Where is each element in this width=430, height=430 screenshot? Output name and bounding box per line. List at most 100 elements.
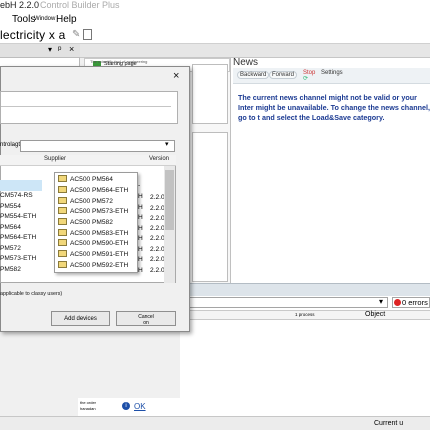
- col-process: 1 process: [295, 312, 315, 317]
- dropdown-icon[interactable]: ▾: [48, 45, 52, 54]
- dialog-close-icon[interactable]: ×: [173, 70, 179, 82]
- catalog-label: ntrolagt: [0, 142, 21, 148]
- col-object: Object: [365, 311, 386, 318]
- device-icon: [58, 207, 67, 214]
- messages-header: [180, 283, 430, 296]
- starting-page-subtitle: The scientific tool of engineering: [90, 59, 148, 64]
- dropdown-item-label: AC500 PM564-ETH: [70, 187, 129, 194]
- edit-icon[interactable]: ✎: [72, 29, 80, 40]
- dropdown-item[interactable]: AC500 PM590-ETH: [58, 239, 128, 247]
- device-tree-header: ▾ ᵖ ×: [0, 44, 80, 58]
- settings-button[interactable]: Settings: [321, 70, 343, 76]
- add-devices-button[interactable]: Add devices: [51, 311, 110, 326]
- table-row[interactable]: PM554: [0, 203, 21, 210]
- info-label-2: hanadan: [80, 406, 96, 411]
- dropdown-item-label: AC500 PM582: [70, 219, 113, 226]
- messages-columns: 1 process Object: [180, 310, 430, 320]
- dropdown-item-label: AC500 PM564: [70, 176, 113, 183]
- menu-tools[interactable]: Tools: [12, 14, 35, 25]
- table-row[interactable]: PM564: [0, 224, 21, 231]
- version-cell: 2.2.0: [150, 205, 165, 212]
- menu-help[interactable]: Help: [56, 14, 77, 25]
- version-cell: 2.2.0: [150, 256, 165, 263]
- messages-list: [180, 320, 430, 400]
- pin-icon[interactable]: ᵖ: [58, 44, 61, 54]
- dropdown-item[interactable]: AC500 PM583-ETH: [58, 229, 128, 237]
- device-icon: [58, 229, 67, 236]
- cancel-sub-label: on: [143, 320, 149, 326]
- version-cell: 2.2.0: [150, 215, 165, 222]
- version-cell: 2.2.0: [150, 194, 165, 201]
- title-bar: ebH 2.2.0 Control Builder Plus: [0, 0, 430, 12]
- chevron-down-icon[interactable]: ▾: [379, 297, 383, 306]
- dropdown-item-label: AC500 PM572: [70, 198, 113, 205]
- device-icon: [58, 239, 67, 246]
- row-mark: H: [138, 204, 143, 211]
- dropdown-item[interactable]: AC500 PM582: [58, 218, 113, 226]
- forward-button[interactable]: Forward: [269, 71, 298, 79]
- scrollbar-thumb[interactable]: [165, 170, 174, 230]
- refresh-icon[interactable]: ⟳: [303, 75, 308, 82]
- center-panel-top: [192, 64, 228, 124]
- project-name: lectricity x a: [0, 28, 66, 42]
- catalog-select[interactable]: [20, 140, 175, 152]
- version-cell: 2.2.0: [150, 225, 165, 232]
- close-icon[interactable]: ×: [69, 44, 74, 54]
- device-icon: [58, 261, 67, 268]
- row-mark: H: [138, 267, 143, 274]
- dropdown-item-label: AC500 PM591-ETH: [70, 251, 129, 258]
- error-icon: [394, 299, 401, 306]
- menu-window[interactable]: Window: [34, 16, 55, 22]
- dropdown-item[interactable]: AC500 PM564-ETH: [58, 186, 128, 194]
- news-title: News: [233, 57, 259, 68]
- device-icon: [58, 218, 67, 225]
- errors-count: 0 errors: [402, 298, 428, 307]
- device-name-input[interactable]: [0, 91, 178, 124]
- device-icon: [58, 186, 67, 193]
- ok-link[interactable]: OK: [134, 402, 146, 411]
- center-panel-bottom: [192, 132, 228, 282]
- dropdown-item[interactable]: AC500 PM591-ETH: [58, 250, 128, 258]
- chevron-down-icon[interactable]: ▾: [165, 140, 169, 148]
- legacy-note: applicable to classy users): [0, 291, 63, 297]
- title-ghost: Control Builder Plus: [40, 0, 120, 10]
- row-mark: H: [138, 246, 143, 253]
- project-bar: lectricity x a ✎: [0, 27, 430, 44]
- device-icon: [58, 175, 67, 182]
- status-bar: Current u: [0, 416, 430, 430]
- menu-bar: Tools Window Help: [0, 12, 430, 27]
- selected-row[interactable]: [0, 180, 42, 191]
- dropdown-item-label: AC500 PM590-ETH: [70, 240, 129, 247]
- table-row[interactable]: PM564-ETH: [0, 234, 36, 241]
- dropdown-item[interactable]: AC500 PM573-ETH: [58, 207, 128, 215]
- back-button[interactable]: Backward: [237, 71, 270, 79]
- version-cell: 2.2.0: [150, 267, 165, 274]
- errors-filter[interactable]: 0 errors: [392, 297, 430, 308]
- table-row[interactable]: PM582: [0, 266, 21, 273]
- bottom-info-row: the order hanadan i OK: [78, 398, 430, 416]
- filter-dropdown[interactable]: [180, 297, 388, 308]
- table-row[interactable]: PM554-ETH: [0, 213, 36, 220]
- messages-toolbar: ▾ 0 errors: [180, 296, 430, 310]
- col-version[interactable]: Version: [149, 156, 169, 162]
- dropdown-item[interactable]: AC500 PM592-ETH: [58, 261, 128, 269]
- row-mark: H: [138, 235, 143, 242]
- news-message: The current news channel might not be va…: [238, 93, 430, 122]
- dropdown-item[interactable]: AC500 PM572: [58, 197, 113, 205]
- table-row[interactable]: PM572: [0, 245, 21, 252]
- news-toolbar: Backward Forward Stop ⟳ Settings: [233, 68, 430, 84]
- info-icon: i: [122, 402, 130, 410]
- dropdown-item-label: AC500 PM583-ETH: [70, 230, 129, 237]
- dropdown-item-label: AC500 PM573-ETH: [70, 208, 129, 215]
- row-mark: H: [138, 214, 143, 221]
- table-row[interactable]: CM574-RS: [0, 192, 33, 199]
- version-cell: 2.2.0: [150, 246, 165, 253]
- cancel-button[interactable]: Cancel on: [116, 311, 176, 326]
- row-mark: H: [138, 193, 143, 200]
- col-supplier[interactable]: Supplier: [44, 156, 66, 162]
- table-row[interactable]: PM573-ETH: [0, 255, 36, 262]
- dropdown-item-label: AC500 PM592-ETH: [70, 262, 129, 269]
- dropdown-item[interactable]: AC500 PM564: [58, 175, 113, 183]
- device-icon: [58, 250, 67, 257]
- document-icon[interactable]: [83, 29, 92, 40]
